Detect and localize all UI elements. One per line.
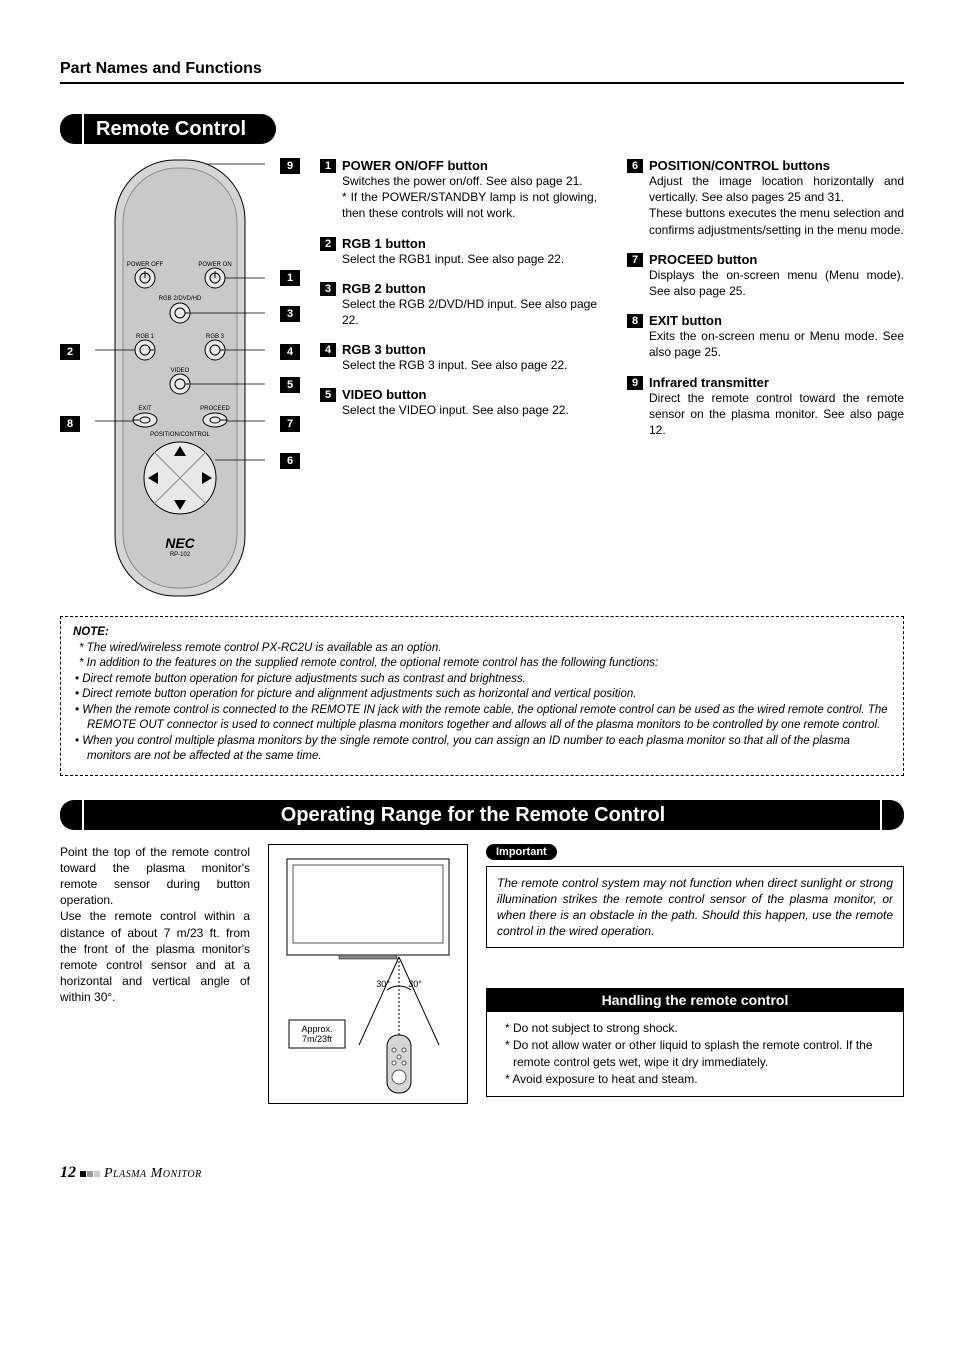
description-column-left: 1 POWER ON/OFF buttonSwitches the power o… [320, 158, 597, 598]
handling-line: * Avoid exposure to heat and steam. [501, 1071, 889, 1088]
description-item: 8 EXIT buttonExits the on-screen menu or … [627, 313, 904, 360]
item-number: 2 [320, 237, 336, 251]
note-bullet: When you control multiple plasma monitor… [87, 734, 891, 765]
handling-line: * Do not subject to strong shock. [501, 1020, 889, 1037]
item-number: 3 [320, 282, 336, 296]
handling-body: * Do not subject to strong shock.* Do no… [486, 1012, 904, 1096]
svg-text:NEC: NEC [165, 535, 195, 551]
item-number: 9 [627, 376, 643, 390]
item-title: POWER ON/OFF button [342, 158, 488, 173]
important-label: Important [486, 844, 557, 860]
range-diagram: 30° 30° Approx. 7m/23ft [268, 844, 468, 1104]
item-number: 5 [320, 388, 336, 402]
remote-diagram: 9 1 3 4 5 7 6 2 8 POWER OFF POWER ON RGB… [60, 158, 300, 598]
handling-line: * Do not allow water or other liquid to … [501, 1037, 889, 1071]
note-bullet: Direct remote button operation for pictu… [87, 672, 891, 688]
remote-control-icon: POWER OFF POWER ON RGB 2/DVD/HD RGB 1 RG… [95, 158, 265, 598]
description-item: 6 POSITION/CONTROL buttonsAdjust the imag… [627, 158, 904, 238]
item-number: 7 [627, 253, 643, 267]
note-line: * The wired/wireless remote control PX-R… [73, 641, 891, 657]
callout-7: 7 [280, 416, 300, 432]
svg-text:Approx.: Approx. [301, 1024, 332, 1034]
item-title: RGB 1 button [342, 236, 426, 251]
description-item: 7 PROCEED buttonDisplays the on-screen me… [627, 252, 904, 299]
callout-3: 3 [280, 306, 300, 322]
svg-text:RGB 1: RGB 1 [136, 334, 155, 340]
item-body: Switches the power on/off. See also page… [342, 173, 597, 222]
note-bullet: When the remote control is connected to … [87, 703, 891, 734]
handling-title: Handling the remote control [486, 988, 904, 1012]
note-line: * In addition to the features on the sup… [73, 656, 891, 672]
item-title: POSITION/CONTROL buttons [649, 158, 830, 173]
header-cap-icon [60, 800, 84, 830]
description-column-right: 6 POSITION/CONTROL buttonsAdjust the imag… [627, 158, 904, 598]
range-description: Point the top of the remote control towa… [60, 844, 250, 1104]
header-cap-icon [880, 800, 904, 830]
callout-5: 5 [280, 377, 300, 393]
item-title: EXIT button [649, 313, 722, 328]
item-number: 4 [320, 343, 336, 357]
svg-text:PROCEED: PROCEED [200, 406, 230, 412]
note-box: NOTE: * The wired/wireless remote contro… [60, 616, 904, 776]
section-header-remote: Remote Control [60, 114, 904, 144]
svg-text:POSITION/CONTROL: POSITION/CONTROL [150, 432, 210, 438]
svg-text:VIDEO: VIDEO [171, 368, 190, 374]
svg-text:RGB 3: RGB 3 [206, 334, 225, 340]
description-item: 3 RGB 2 buttonSelect the RGB 2/DVD/HD inp… [320, 281, 597, 328]
svg-text:7m/23ft: 7m/23ft [302, 1034, 333, 1044]
svg-text:RGB 2/DVD/HD: RGB 2/DVD/HD [159, 296, 202, 302]
footer-product: Plasma Monitor [104, 1166, 202, 1181]
page-number: 12 [60, 1164, 76, 1181]
item-number: 8 [627, 314, 643, 328]
svg-text:30°: 30° [408, 979, 422, 989]
section-header-range: Operating Range for the Remote Control [60, 800, 904, 830]
page-footer: 12 Plasma Monitor [60, 1164, 904, 1182]
item-number: 6 [627, 159, 643, 173]
item-body: Exits the on-screen menu or Menu mode. S… [649, 328, 904, 360]
svg-text:POWER OFF: POWER OFF [127, 262, 164, 268]
description-item: 2 RGB 1 buttonSelect the RGB1 input. See … [320, 236, 597, 267]
item-body: Select the RGB1 input. See also page 22. [342, 251, 597, 267]
svg-text:EXIT: EXIT [138, 406, 152, 412]
page-title: Part Names and Functions [60, 60, 904, 84]
callout-4: 4 [280, 344, 300, 360]
important-body: The remote control system may not functi… [486, 866, 904, 949]
item-number: 1 [320, 159, 336, 173]
callout-2: 2 [60, 344, 80, 360]
item-title: VIDEO button [342, 387, 427, 402]
section-title: Remote Control [84, 114, 276, 144]
callout-9: 9 [280, 158, 300, 174]
callout-6: 6 [280, 453, 300, 469]
item-body: Select the VIDEO input. See also page 22… [342, 402, 597, 418]
item-body: Displays the on-screen menu (Menu mode).… [649, 267, 904, 299]
callout-1: 1 [280, 270, 300, 286]
note-bullet: Direct remote button operation for pictu… [87, 687, 891, 703]
item-title: PROCEED button [649, 252, 757, 267]
item-title: RGB 2 button [342, 281, 426, 296]
item-body: Select the RGB 2/DVD/HD input. See also … [342, 296, 597, 328]
svg-text:30°: 30° [376, 979, 390, 989]
svg-text:RP-102: RP-102 [170, 552, 191, 558]
item-title: Infrared transmitter [649, 375, 769, 390]
description-item: 5 VIDEO buttonSelect the VIDEO input. See… [320, 387, 597, 418]
description-item: 9 Infrared transmitterDirect the remote c… [627, 375, 904, 439]
description-item: 4 RGB 3 buttonSelect the RGB 3 input. See… [320, 342, 597, 373]
item-body: Select the RGB 3 input. See also page 22… [342, 357, 597, 373]
header-cap-icon [60, 114, 84, 144]
item-body: Direct the remote control toward the rem… [649, 390, 904, 439]
svg-text:POWER ON: POWER ON [198, 262, 231, 268]
item-title: RGB 3 button [342, 342, 426, 357]
section-title: Operating Range for the Remote Control [84, 800, 880, 830]
callout-8: 8 [60, 416, 80, 432]
item-body: Adjust the image location horizontally a… [649, 173, 904, 238]
note-title: NOTE: [73, 625, 891, 641]
description-item: 1 POWER ON/OFF buttonSwitches the power o… [320, 158, 597, 222]
